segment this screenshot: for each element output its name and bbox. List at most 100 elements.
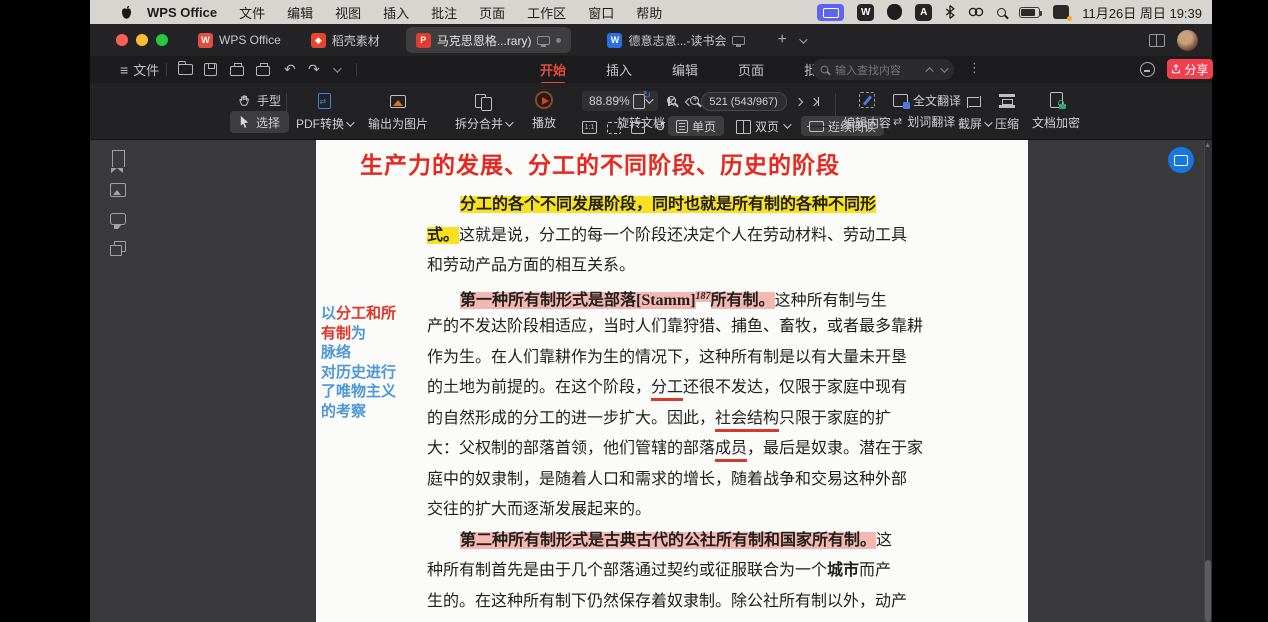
previous-page-button[interactable]	[684, 97, 692, 105]
folder-icon	[178, 64, 193, 75]
pdf-tab-title: 马克思恩格...rary)	[437, 32, 532, 49]
undo-button[interactable]: ↶	[284, 56, 296, 83]
screenshot-button[interactable]: 截屏	[958, 92, 990, 132]
export-image-button[interactable]: 输出为图片	[368, 92, 428, 132]
close-button[interactable]	[116, 34, 128, 46]
new-tab-button[interactable]: +	[777, 31, 786, 49]
scrollbar-thumb[interactable]	[1205, 560, 1211, 622]
screen-mirroring-icon[interactable]	[817, 4, 844, 21]
more-options-icon[interactable]: ⋮	[968, 60, 981, 76]
word-translate-button[interactable]: ⇄ 划词翻译	[893, 111, 961, 132]
search-next-icon[interactable]	[940, 64, 948, 72]
menu-workspace[interactable]: 工作区	[527, 3, 566, 22]
pdf-convert-button[interactable]: PDF转换	[296, 92, 352, 132]
actual-size-button[interactable]: 1:1	[582, 121, 597, 134]
file-menu-button[interactable]: ≡ 文件	[120, 56, 159, 83]
scroll-up-arrow-icon[interactable]: ▲	[1204, 142, 1211, 149]
edit-content-button[interactable]: 编辑内容	[843, 91, 891, 131]
a-badge-icon[interactable]: A	[915, 4, 932, 21]
w-badge-icon[interactable]: W	[857, 4, 874, 21]
menu-file[interactable]: 文件	[239, 3, 265, 22]
quickbar-chevron[interactable]	[333, 56, 339, 83]
split-view-icon[interactable]	[1149, 34, 1165, 47]
ribbon-tab-insert[interactable]: 插入	[606, 60, 632, 79]
layers-icon[interactable]	[110, 241, 126, 256]
pdf-convert-label: PDF转换	[296, 115, 344, 132]
user-switch-icon[interactable]	[1053, 5, 1069, 19]
zoom-button[interactable]	[156, 34, 168, 46]
next-page-button[interactable]	[794, 97, 802, 105]
margin-annotation-text: 为	[351, 325, 366, 342]
hand-tool-button[interactable]: 手型	[230, 89, 289, 111]
search-placeholder: 输入查找内容	[835, 62, 922, 78]
encrypt-button[interactable]: 文档加密	[1032, 91, 1080, 131]
body-text: 交往的扩大而逐渐发展起来的。	[427, 501, 651, 518]
redo-button[interactable]: ↷	[308, 56, 320, 83]
search-prev-icon[interactable]	[925, 67, 933, 75]
menubar-clock[interactable]: 11月26日 周日 19:39	[1082, 3, 1202, 22]
appearance-button[interactable]	[1140, 56, 1155, 83]
scrollbar[interactable]: ▲	[1204, 140, 1212, 622]
last-page-button[interactable]	[811, 97, 820, 106]
menu-help[interactable]: 帮助	[636, 3, 662, 22]
menubar-app-name[interactable]: WPS Office	[147, 5, 217, 20]
bluetooth-icon[interactable]	[945, 5, 955, 19]
menu-view[interactable]: 视图	[335, 3, 361, 22]
ribbon-tab-page[interactable]: 页面	[738, 60, 764, 79]
comments-icon[interactable]	[110, 213, 126, 225]
floating-assistant-button[interactable]	[1168, 147, 1194, 173]
split-merge-button[interactable]: 拆分合并	[455, 92, 511, 132]
select-tool-button[interactable]: 选择	[230, 111, 289, 133]
share-button[interactable]: 分享	[1167, 59, 1213, 79]
search-icon[interactable]	[997, 8, 1006, 17]
share-icon	[1171, 64, 1181, 74]
bookmark-icon[interactable]	[112, 150, 125, 167]
battery-icon[interactable]	[1019, 7, 1040, 18]
menu-window[interactable]: 窗口	[588, 3, 614, 22]
pink-highlighted-text: 187	[696, 291, 711, 302]
full-translate-icon	[893, 94, 908, 107]
menu-page[interactable]: 页面	[479, 3, 505, 22]
body-text: 和劳动产品方面的相互关系。	[427, 257, 635, 274]
double-page-icon	[736, 120, 751, 133]
compress-button[interactable]: 压缩	[995, 92, 1019, 132]
screenshot-icon	[967, 95, 981, 107]
ribbon-tab-edit[interactable]: 编辑	[672, 60, 698, 79]
first-page-button[interactable]	[668, 97, 677, 106]
pdf-page[interactable]: 生产力的发展、分工的不同阶段、历史的阶段 以分工和所有制为脉络对历史进行了唯物主…	[316, 140, 1028, 622]
document-line: 和劳动产品方面的相互关系。	[427, 251, 987, 282]
single-page-button[interactable]: 单页	[668, 116, 724, 136]
play-button[interactable]: 播放	[532, 91, 556, 131]
tab-list-chevron-icon[interactable]	[799, 33, 805, 47]
search-input[interactable]: 输入查找内容	[812, 59, 954, 80]
red-underlined-text: 社会结构	[715, 410, 779, 432]
rotate-document-button[interactable]: 旋转文档	[617, 91, 665, 131]
tab-wps-home[interactable]: W WPS Office	[198, 33, 281, 48]
thumbnails-icon[interactable]	[110, 183, 126, 197]
tab-docer-store[interactable]: ◆ 稻壳素材	[311, 32, 380, 49]
pink-highlighted-text: 所有制。	[711, 292, 775, 309]
print-preview-button[interactable]	[256, 56, 270, 83]
minimize-button[interactable]	[136, 34, 148, 46]
print-button[interactable]	[230, 56, 244, 83]
menu-edit[interactable]: 编辑	[287, 3, 313, 22]
page-indicator[interactable]: 521 (543/967)	[701, 92, 787, 111]
apple-menu[interactable]	[120, 5, 133, 20]
double-page-button[interactable]: 双页	[728, 116, 797, 136]
app-blob-icon[interactable]	[887, 4, 902, 20]
tab-document-pdf[interactable]: P 马克思恩格...rary)	[406, 27, 572, 53]
save-button[interactable]	[204, 56, 217, 83]
user-avatar[interactable]	[1177, 30, 1198, 51]
keychain-icon[interactable]	[968, 6, 984, 18]
open-button[interactable]	[178, 56, 193, 83]
ribbon-tab-home[interactable]: 开始	[540, 60, 566, 79]
quick-access-bar: ≡ 文件 ↶ ↷ 开始 插入 编辑 页面 批注 特色功能 输入查找内容 ⋮	[90, 56, 1212, 83]
window-controls	[116, 34, 168, 46]
undo-icon: ↶	[284, 62, 296, 78]
split-merge-icon	[475, 94, 491, 109]
tab-document-word[interactable]: W 德意志意...-读书会	[597, 27, 755, 53]
menu-annotate[interactable]: 批注	[431, 3, 457, 22]
redo-icon: ↷	[308, 62, 320, 78]
full-translate-button[interactable]: 全文翻译	[893, 90, 961, 111]
menu-insert[interactable]: 插入	[383, 3, 409, 22]
